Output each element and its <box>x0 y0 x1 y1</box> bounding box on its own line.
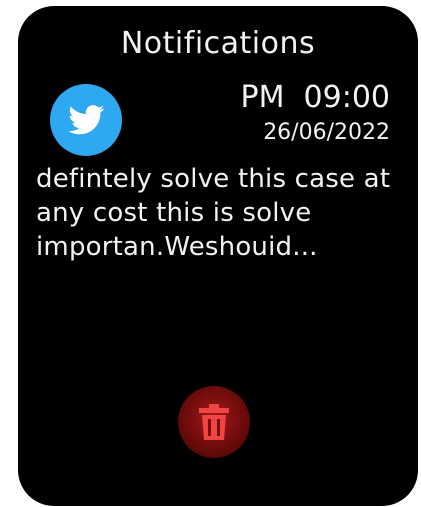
notification-time: PM 09:00 <box>240 80 390 115</box>
watch-screen: Notifications PM 09:00 26/06/2022 defint… <box>18 6 418 506</box>
delete-button[interactable] <box>178 386 250 458</box>
page-title: Notifications <box>120 26 316 61</box>
notification-message: defintely solve this case at any cost th… <box>36 164 391 262</box>
notification-date: 26/06/2022 <box>263 120 390 145</box>
twitter-bird-icon <box>50 84 122 156</box>
trash-icon <box>197 403 231 441</box>
